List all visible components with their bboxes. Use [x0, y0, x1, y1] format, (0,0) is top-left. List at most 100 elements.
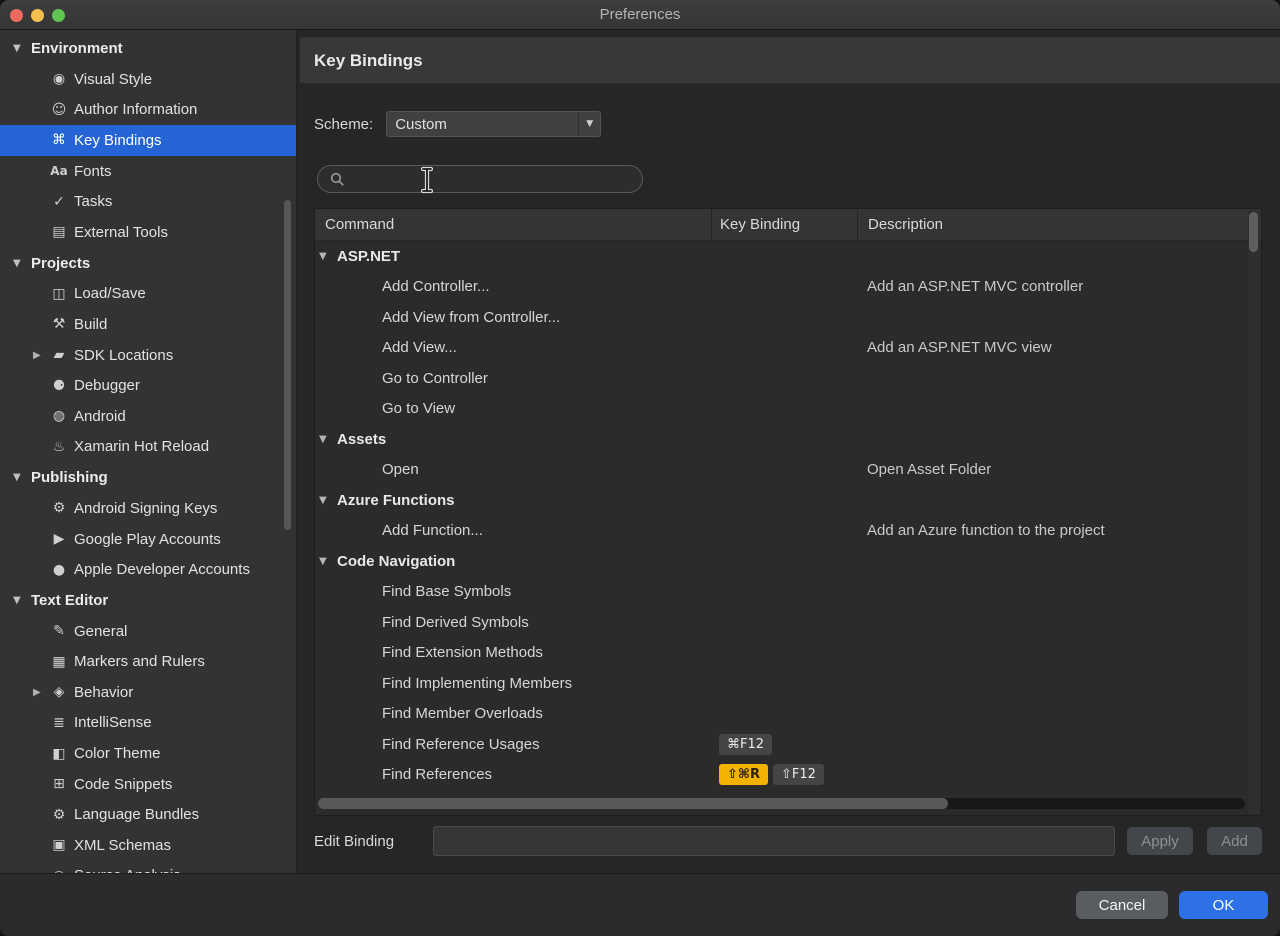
group-collapse-icon[interactable]: ▼: [319, 495, 327, 506]
table-row[interactable]: Find Extension Methods: [315, 638, 1261, 669]
table-row[interactable]: Find Reference Usages⌘F12: [315, 729, 1261, 760]
bug-icon: ⚈: [50, 378, 68, 394]
close-button[interactable]: [10, 9, 23, 22]
sidebar-item-code-snippets[interactable]: ⊞Code Snippets: [0, 769, 296, 800]
sidebar-item-sdk-locations[interactable]: ▶▰SDK Locations: [0, 340, 296, 371]
sidebar-item-build[interactable]: ⚒Build: [0, 309, 296, 340]
xml-icon: ▣: [50, 837, 68, 853]
description-cell: Open Asset Folder: [857, 461, 1261, 478]
group-row[interactable]: ▼Azure Functions: [315, 485, 1261, 516]
sidebar-item-android-signing-keys[interactable]: ⚙Android Signing Keys: [0, 493, 296, 524]
traffic-lights: [10, 0, 65, 30]
sidebar-section-environment[interactable]: ▼Environment: [0, 33, 296, 64]
sidebar-item-general[interactable]: ✎General: [0, 616, 296, 647]
cancel-button[interactable]: Cancel: [1076, 891, 1168, 919]
apply-button[interactable]: Apply: [1127, 827, 1193, 855]
sidebar-item-external-tools[interactable]: ▤External Tools: [0, 217, 296, 248]
sidebar-item-label: Key Bindings: [74, 132, 162, 149]
sidebar-item-label: Xamarin Hot Reload: [74, 438, 209, 455]
sidebar-list: ▼Environment◉Visual Style☺Author Informa…: [0, 33, 296, 873]
key-icon: ⌘: [50, 132, 68, 148]
table-hscrollbar[interactable]: [318, 798, 1245, 809]
sidebar-item-android[interactable]: ◍Android: [0, 401, 296, 432]
command-label: Add View...: [382, 339, 457, 356]
sidebar-item-color-theme[interactable]: ◧Color Theme: [0, 738, 296, 769]
group-collapse-icon[interactable]: ▼: [319, 251, 327, 262]
preferences-window: Preferences ▼Environment◉Visual Style☺Au…: [0, 0, 1280, 936]
column-header-command[interactable]: Command: [315, 209, 711, 240]
table-vscrollbar[interactable]: [1248, 210, 1260, 814]
sidebar-item-apple-developer-accounts[interactable]: ●Apple Developer Accounts: [0, 554, 296, 585]
sidebar-item-author-information[interactable]: ☺Author Information: [0, 95, 296, 126]
group-collapse-icon[interactable]: ▼: [319, 556, 327, 567]
sidebar-item-google-play-accounts[interactable]: ▶Google Play Accounts: [0, 524, 296, 555]
android-icon: ◍: [50, 408, 68, 424]
sidebar-item-fonts[interactable]: AaFonts: [0, 156, 296, 187]
group-row[interactable]: ▼Assets: [315, 424, 1261, 455]
sidebar-item-label: Build: [74, 316, 107, 333]
sidebar-scrollbar-thumb[interactable]: [284, 200, 291, 530]
add-button[interactable]: Add: [1207, 827, 1262, 855]
sidebar-item-debugger[interactable]: ⚈Debugger: [0, 370, 296, 401]
sidebar-section-text-editor[interactable]: ▼Text Editor: [0, 585, 296, 616]
chevron-down-icon[interactable]: ▼: [578, 112, 600, 136]
sidebar-item-language-bundles[interactable]: ⚙Language Bundles: [0, 799, 296, 830]
sidebar-item-xamarin-hot-reload[interactable]: ♨Xamarin Hot Reload: [0, 432, 296, 463]
window-title: Preferences: [600, 6, 681, 23]
behavior-icon: ◈: [50, 684, 68, 700]
group-collapse-icon[interactable]: ▼: [319, 434, 327, 445]
group-row[interactable]: ▼Code Navigation: [315, 546, 1261, 577]
table-row[interactable]: Find Base Symbols: [315, 577, 1261, 608]
intellisense-icon: ≣: [50, 715, 68, 731]
minimize-button[interactable]: [31, 9, 44, 22]
scheme-dropdown[interactable]: Custom ▼: [386, 111, 601, 137]
table-row[interactable]: Add View...Add an ASP.NET MVC view: [315, 333, 1261, 364]
edit-binding-input[interactable]: [433, 826, 1115, 856]
command-cell: Find Implementing Members: [315, 675, 711, 692]
tools-icon: ▤: [50, 224, 68, 240]
expander-icon[interactable]: ▶: [33, 687, 41, 698]
table-row[interactable]: Find References⇧⌘R⇧F12: [315, 760, 1261, 791]
sidebar-section-projects[interactable]: ▼Projects: [0, 248, 296, 279]
sidebar-item-load-save[interactable]: ◫Load/Save: [0, 279, 296, 310]
eye-icon: ◉: [50, 71, 68, 87]
expander-icon[interactable]: ▶: [33, 350, 41, 361]
table-row[interactable]: Go to View: [315, 394, 1261, 425]
sidebar-item-behavior[interactable]: ▶◈Behavior: [0, 677, 296, 708]
table-row[interactable]: Add View from Controller...: [315, 302, 1261, 333]
sidebar-section-publishing[interactable]: ▼Publishing: [0, 462, 296, 493]
command-label: Go to View: [382, 400, 455, 417]
command-label: Find References: [382, 766, 492, 783]
sidebar-item-label: Code Snippets: [74, 776, 172, 793]
table-row[interactable]: Find Member Overloads: [315, 699, 1261, 730]
titlebar[interactable]: Preferences: [0, 0, 1280, 30]
column-header-key-binding[interactable]: Key Binding: [711, 209, 857, 240]
table-vscrollbar-thumb[interactable]: [1249, 212, 1258, 252]
sidebar-item-key-bindings[interactable]: ⌘ Key Bindings: [0, 125, 296, 156]
pencil-icon: ✎: [50, 623, 68, 639]
key-binding-badge: ⇧F12: [773, 764, 824, 785]
table-row[interactable]: Add Function...Add an Azure function to …: [315, 516, 1261, 547]
rulers-icon: ▦: [50, 654, 68, 670]
search-box[interactable]: [317, 165, 643, 193]
zoom-button[interactable]: [52, 9, 65, 22]
table-row[interactable]: OpenOpen Asset Folder: [315, 455, 1261, 486]
table-row[interactable]: Find Implementing Members: [315, 668, 1261, 699]
sidebar-item-tasks[interactable]: ✓Tasks: [0, 186, 296, 217]
table-row[interactable]: Go to Controller: [315, 363, 1261, 394]
sidebar-item-intellisense[interactable]: ≣IntelliSense: [0, 708, 296, 739]
sidebar-item-source-analysis[interactable]: ◎Source Analysis: [0, 861, 296, 873]
column-header-description[interactable]: Description: [857, 209, 1261, 240]
search-input[interactable]: [353, 171, 630, 188]
group-row[interactable]: ▼ASP.NET: [315, 241, 1261, 272]
sidebar-item-markers-and-rulers[interactable]: ▦Markers and Rulers: [0, 647, 296, 678]
sidebar-item-label: Color Theme: [74, 745, 160, 762]
description-cell: Add an Azure function to the project: [857, 522, 1261, 539]
table-row[interactable]: Add Controller...Add an ASP.NET MVC cont…: [315, 272, 1261, 303]
table-row[interactable]: Find Derived Symbols: [315, 607, 1261, 638]
sidebar-item-visual-style[interactable]: ◉Visual Style: [0, 64, 296, 95]
ok-button[interactable]: OK: [1179, 891, 1268, 919]
table-hscrollbar-thumb[interactable]: [318, 798, 948, 809]
sidebar-item-label: Google Play Accounts: [74, 531, 221, 548]
sidebar-item-xml-schemas[interactable]: ▣XML Schemas: [0, 830, 296, 861]
